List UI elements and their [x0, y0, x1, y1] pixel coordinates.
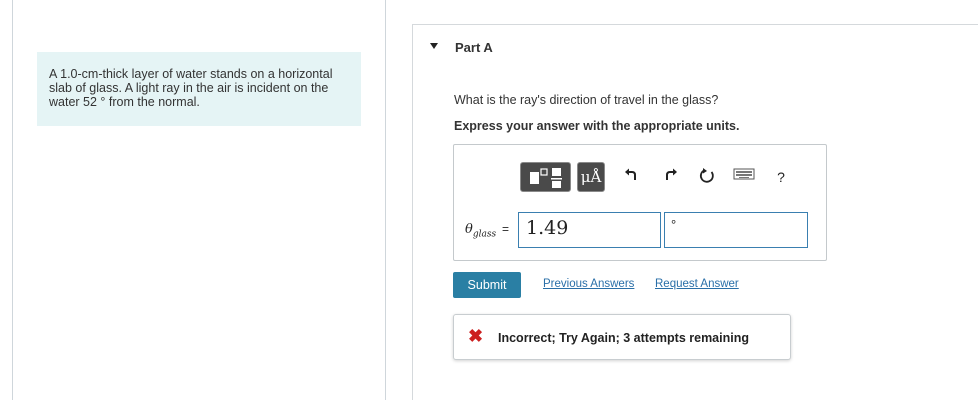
error-x-icon: ✖: [468, 326, 484, 346]
redo-icon[interactable]: [661, 167, 681, 187]
templates-button[interactable]: [520, 162, 571, 192]
feedback-message: Incorrect; Try Again; 3 attempts remaini…: [498, 331, 749, 345]
feedback-panel: ✖ Incorrect; Try Again; 3 attempts remai…: [453, 314, 791, 360]
question-text: What is the ray's direction of travel in…: [454, 93, 719, 107]
submit-button[interactable]: Submit: [453, 272, 521, 298]
templates-icon: [530, 168, 562, 188]
variable-subscript: glass: [472, 229, 497, 240]
undo-icon[interactable]: [621, 167, 641, 187]
instruction-text: Express your answer with the appropriate…: [454, 119, 740, 133]
problem-line: slab of glass. A light ray in the air is…: [49, 81, 329, 95]
problem-statement: A 1.0-cm-thick layer of water stands on …: [37, 52, 361, 126]
equals-sign: =: [502, 222, 510, 236]
caret-down-icon[interactable]: [430, 43, 438, 49]
previous-answers-link[interactable]: Previous Answers: [543, 278, 634, 290]
unit-input[interactable]: °: [664, 212, 808, 248]
problem-line: A 1.0-cm-thick layer of water stands on …: [49, 67, 333, 81]
help-icon[interactable]: ?: [771, 167, 791, 187]
units-button[interactable]: μÅ: [577, 162, 605, 192]
unit-value: °: [671, 217, 677, 232]
math-toolbar: μÅ ?: [520, 162, 800, 194]
part-label: Part A: [455, 40, 493, 55]
request-answer-link[interactable]: Request Answer: [655, 278, 739, 290]
variable-label: θglass: [465, 222, 496, 240]
problem-line: water 52 ° from the normal.: [49, 95, 200, 109]
reset-icon[interactable]: [697, 167, 717, 187]
value-input[interactable]: 1.49: [518, 212, 661, 248]
variable-symbol: θ: [465, 222, 473, 237]
keyboard-icon[interactable]: [732, 167, 756, 187]
